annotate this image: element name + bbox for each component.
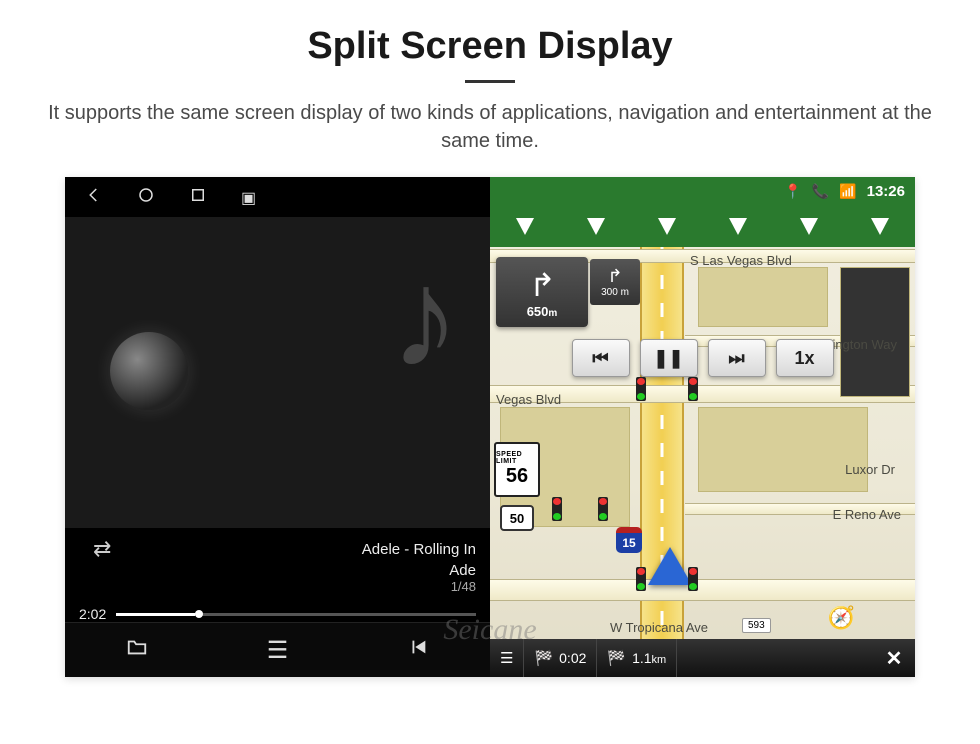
music-note-icon: ♪ <box>390 237 460 399</box>
music-metadata: ⇄ Adele - Rolling In Ade 1/48 <box>65 528 490 600</box>
clock: 13:26 <box>867 183 905 200</box>
screenshot-icon[interactable]: ▣ <box>241 188 259 206</box>
navigation-pane: 📍 📞 📶 13:26 S Las Vegas Blvd Du <box>490 177 915 677</box>
eta-display: 🏁 0:02 <box>524 639 597 677</box>
flag-icon: 🏁 <box>607 649 626 667</box>
speed-limit-sign: SPEED LIMIT 56 <box>494 442 540 497</box>
lane-arrow-icon <box>729 218 747 235</box>
pause-button[interactable]: ❚❚ <box>640 339 698 377</box>
turn-right-icon: ↱ <box>607 266 622 287</box>
lane-arrow-icon <box>800 218 818 235</box>
lane-arrow-icon <box>587 218 605 235</box>
traffic-light-icon <box>552 497 562 521</box>
recent-apps-icon[interactable] <box>189 186 207 209</box>
street-label: Luxor Dr <box>845 462 895 477</box>
street-badge: 593 <box>742 618 771 633</box>
home-icon[interactable] <box>137 186 155 209</box>
page-title: Split Screen Display <box>0 25 980 68</box>
track-index: 1/48 <box>79 579 476 594</box>
progress-bar[interactable] <box>116 613 476 616</box>
turn-left-icon: ↰ <box>529 266 556 304</box>
traffic-light-icon <box>636 567 646 591</box>
lane-guidance-bar <box>490 205 915 247</box>
traffic-light-icon <box>636 377 646 401</box>
title-underline <box>465 80 515 83</box>
traffic-light-icon <box>598 497 608 521</box>
menu-button[interactable]: ☰ <box>490 639 524 677</box>
distance-display: 🏁 1.1km <box>597 639 677 677</box>
street-label: Vegas Blvd <box>496 392 561 407</box>
traffic-light-icon <box>688 377 698 401</box>
shuffle-icon[interactable]: ⇄ <box>93 536 111 562</box>
turn-distance: 650m <box>527 304 558 319</box>
virtual-joystick[interactable] <box>110 332 188 410</box>
progress-row: 2:02 <box>65 600 490 622</box>
close-icon: ✕ <box>886 648 903 670</box>
speed-limit-label: SPEED LIMIT <box>496 451 538 465</box>
skip-back-button[interactable]: ⏮ <box>572 339 630 377</box>
flag-icon: 🏁 <box>534 649 553 667</box>
device-screenshot: ▣ ♪ ⇄ Adele - Rolling In Ade 1/48 2:02 ☰ <box>65 177 915 677</box>
playback-controls: ⏮ ❚❚ ⏭ 1x <box>512 339 893 377</box>
back-icon[interactable] <box>85 186 103 209</box>
lane-arrow-icon <box>871 218 889 235</box>
album-art-area: ♪ <box>65 217 490 528</box>
street-label: S Las Vegas Blvd <box>690 253 792 268</box>
music-bottom-bar: ☰ <box>65 622 490 677</box>
wifi-icon: 📶 <box>839 183 856 200</box>
vehicle-position-icon <box>648 547 692 585</box>
speed-limit-value: 56 <box>506 465 528 488</box>
location-icon: 📍 <box>784 183 801 200</box>
phone-icon: 📞 <box>812 183 829 200</box>
speed-button[interactable]: 1x <box>776 339 834 377</box>
street-label: W Tropicana Ave <box>610 620 708 635</box>
road <box>490 579 915 601</box>
android-nav-bar: ▣ <box>65 177 490 217</box>
music-pane: ▣ ♪ ⇄ Adele - Rolling In Ade 1/48 2:02 ☰ <box>65 177 490 677</box>
nav-bottom-bar: ☰ 🏁 0:02 🏁 1.1km ✕ <box>490 639 915 677</box>
next-turn-instruction: ↱ 300 m <box>590 259 640 305</box>
distance-value: 1.1km <box>632 650 666 666</box>
playlist-icon[interactable]: ☰ <box>267 636 289 665</box>
interstate-shield: 15 <box>616 527 642 553</box>
block <box>698 267 828 327</box>
folder-icon[interactable] <box>124 636 150 665</box>
previous-track-icon[interactable] <box>405 636 431 665</box>
page-description: It supports the same screen display of t… <box>40 99 940 155</box>
street-label: E Reno Ave <box>833 507 901 522</box>
lane-arrow-icon <box>658 218 676 235</box>
building <box>840 267 910 397</box>
track-artist: Ade <box>79 562 476 579</box>
close-button[interactable]: ✕ <box>873 646 915 671</box>
status-bar: 📍 📞 📶 13:26 <box>490 177 915 205</box>
elapsed-time: 2:02 <box>79 606 106 622</box>
skip-forward-button[interactable]: ⏭ <box>708 339 766 377</box>
turn-instruction: ↰ 650m <box>496 257 588 327</box>
traffic-light-icon <box>688 567 698 591</box>
block <box>698 407 868 492</box>
menu-icon: ☰ <box>500 649 513 667</box>
map-area[interactable]: S Las Vegas Blvd Duke Ellington Way Luxo… <box>490 247 915 639</box>
eta-value: 0:02 <box>559 650 586 666</box>
track-title: Adele - Rolling In <box>362 541 476 558</box>
route-shield: 50 <box>500 505 534 531</box>
lane-arrow-icon <box>516 218 534 235</box>
compass-icon[interactable]: 🧭 <box>828 605 855 631</box>
